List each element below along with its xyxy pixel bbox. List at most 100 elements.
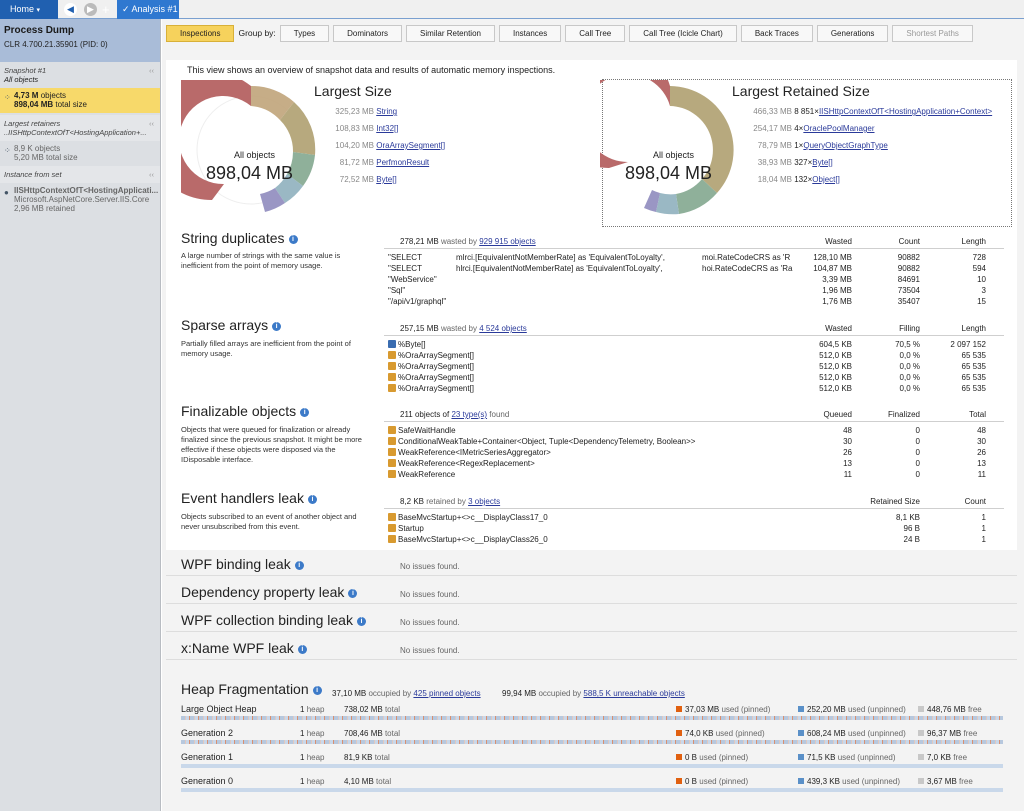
string-value[interactable]: "SELECT	[388, 252, 458, 263]
string-value[interactable]: "/api/v1/graphql"	[388, 296, 458, 307]
legend-link[interactable]: Byte[]	[376, 175, 396, 184]
pinned-objects-link[interactable]: 425 pinned objects	[413, 689, 480, 698]
forward-icon[interactable]: ▶	[84, 3, 97, 16]
legend-item[interactable]: 72,52 MB Byte[]	[326, 175, 397, 184]
legend-item[interactable]: 81,72 MB PerfmonResult	[326, 158, 429, 167]
heap-row[interactable]: Generation 0 1 heap 4,10 MB total 0 B used …	[166, 776, 1017, 798]
fragmentation-bar[interactable]	[181, 764, 1003, 768]
free-stat: 96,37 MB free	[918, 729, 977, 738]
tab-analysis[interactable]: ✓ Analysis #1	[117, 0, 179, 19]
col-wasted[interactable]: Wasted	[792, 324, 852, 333]
info-icon[interactable]: i	[356, 617, 366, 626]
legend-link[interactable]: String	[376, 107, 397, 116]
heap-count-value: 1	[300, 777, 305, 786]
col-queued[interactable]: Queued	[792, 410, 852, 419]
retainers-item[interactable]: ⁘ 8,9 K objects 5,20 MB total size	[0, 141, 160, 166]
snapshot-section[interactable]: Snapshot #1 All objects ‹‹	[0, 62, 160, 88]
tab-dominators[interactable]: Dominators	[333, 25, 403, 42]
info-icon[interactable]: i	[272, 322, 282, 331]
string-value[interactable]: "SELECT	[388, 263, 458, 274]
tab-icicle-chart[interactable]: Call Tree (Icicle Chart)	[629, 25, 737, 42]
table-row[interactable]: %OraArraySegment[]	[388, 383, 588, 394]
retainers-section[interactable]: Largest retainers ..IISHttpContextOfT<Ho…	[0, 115, 160, 141]
legend-item[interactable]: 254,17 MB 4×OraclePoolManager	[744, 124, 874, 133]
legend-item[interactable]: 38,93 MB 327×Byte[]	[744, 158, 833, 167]
fragmentation-bar[interactable]	[181, 788, 1003, 792]
legend-link[interactable]: IISHttpContextOfT<HostingApplication+Con…	[819, 107, 992, 116]
fragmentation-bar[interactable]	[181, 740, 1003, 744]
legend-item[interactable]: 466,33 MB 8 851×IISHttpContextOfT<Hostin…	[744, 107, 992, 116]
table-row[interactable]: %OraArraySegment[]	[388, 350, 588, 361]
unreachable-objects-link[interactable]: 588,5 K unreachable objects	[583, 689, 684, 698]
table-row[interactable]: %OraArraySegment[]	[388, 361, 588, 372]
info-icon[interactable]: i	[348, 589, 358, 598]
legend-link[interactable]: PerfmonResult	[376, 158, 429, 167]
col-length[interactable]: Length	[932, 237, 986, 246]
collapse-icon[interactable]: ‹‹	[149, 170, 154, 179]
legend-item[interactable]: 104,20 MB OraArraySegment[]	[326, 141, 445, 150]
tab-inspections[interactable]: Inspections	[166, 25, 235, 42]
table-row[interactable]: Startup	[388, 523, 788, 534]
info-icon[interactable]: i	[312, 686, 322, 695]
info-icon[interactable]: i	[294, 561, 304, 570]
string-value: mlrci.[EquivalentNotMemberRate] as 'Equi…	[456, 253, 665, 262]
collapse-icon[interactable]: ‹‹	[149, 119, 154, 128]
string-value[interactable]: "Sql"	[388, 285, 458, 296]
table-row[interactable]: BaseMvcStartup+<>c__DisplayClass17_0	[388, 512, 788, 523]
heap-row[interactable]: Generation 2 1 heap 708,46 MB total 74,0 KB…	[166, 728, 1017, 750]
legend-link[interactable]: Int32[]	[376, 124, 398, 133]
table-row[interactable]: WeakReference	[388, 469, 788, 480]
heap-row[interactable]: Generation 1 1 heap 81,9 KB total 0 B used …	[166, 752, 1017, 774]
info-icon[interactable]: i	[297, 645, 307, 654]
tab-back-traces[interactable]: Back Traces	[740, 25, 813, 42]
all-objects-item[interactable]: ⁘ 4,73 M objects 898,04 MB total size	[0, 88, 160, 113]
table-row[interactable]: WeakReference<IMetricSeriesAggregator>	[388, 447, 788, 458]
legend-item[interactable]: 108,83 MB Int32[]	[326, 124, 398, 133]
tab-types[interactable]: Types	[279, 25, 330, 42]
instance-item[interactable]: ● IISHttpContextOfT<HostingApplicati... …	[0, 183, 160, 217]
table-row[interactable]: %Byte[]	[388, 339, 588, 350]
process-header[interactable]: Process Dump CLR 4.700.21.35901 (PID: 0)	[0, 19, 160, 62]
legend-link[interactable]: QueryObjectGraphType	[803, 141, 887, 150]
legend-value: 325,23 MB	[335, 107, 374, 116]
home-button[interactable]: Home ▾	[0, 0, 58, 19]
legend-link[interactable]: OraArraySegment[]	[376, 141, 445, 150]
string-value[interactable]: "WebService"	[388, 274, 458, 285]
legend-link[interactable]: Object[]	[812, 175, 840, 184]
add-tab-icon[interactable]: +	[102, 0, 110, 19]
table-row[interactable]: WeakReference<RegexReplacement>	[388, 458, 788, 469]
legend-item[interactable]: 18,04 MB 132×Object[]	[744, 175, 840, 184]
legend-item[interactable]: 78,79 MB 1×QueryObjectGraphType	[744, 141, 888, 150]
instance-section[interactable]: Instance from set ‹‹	[0, 166, 160, 183]
col-count[interactable]: Count	[860, 237, 920, 246]
collapse-icon[interactable]: ‹‹	[149, 66, 154, 75]
fragmentation-bar[interactable]	[181, 716, 1003, 720]
table-row[interactable]: SafeWaitHandle	[388, 425, 788, 436]
legend-link[interactable]: Byte[]	[812, 158, 832, 167]
table-row[interactable]: %OraArraySegment[]	[388, 372, 588, 383]
objects-link[interactable]: 929 915 objects	[479, 237, 536, 246]
info-icon[interactable]: i	[300, 408, 310, 417]
col-wasted[interactable]: Wasted	[792, 237, 852, 246]
table-row[interactable]: BaseMvcStartup+<>c__DisplayClass26_0	[388, 534, 788, 545]
col-length[interactable]: Length	[932, 324, 986, 333]
tab-generations[interactable]: Generations	[816, 25, 889, 42]
heap-row[interactable]: Large Object Heap 1 heap 738,02 MB total 37…	[166, 704, 1017, 726]
tab-call-tree[interactable]: Call Tree	[565, 25, 626, 42]
col-total[interactable]: Total	[932, 410, 986, 419]
legend-item[interactable]: 325,23 MB String	[326, 107, 397, 116]
info-icon[interactable]: i	[288, 235, 298, 244]
legend-link[interactable]: OraclePoolManager	[803, 124, 874, 133]
objects-link[interactable]: 3 objects	[468, 497, 500, 506]
col-filling[interactable]: Filling	[860, 324, 920, 333]
table-row[interactable]: ConditionalWeakTable+Container<Object, T…	[388, 436, 788, 447]
tab-similar-retention[interactable]: Similar Retention	[406, 25, 495, 42]
col-retained-size[interactable]: Retained Size	[846, 497, 920, 506]
objects-link[interactable]: 4 524 objects	[479, 324, 527, 333]
back-icon[interactable]: ◀	[64, 3, 77, 16]
col-count[interactable]: Count	[932, 497, 986, 506]
info-icon[interactable]: i	[307, 495, 317, 504]
col-finalized[interactable]: Finalized	[860, 410, 920, 419]
tab-instances[interactable]: Instances	[498, 25, 562, 42]
types-link[interactable]: 23 type(s)	[451, 410, 487, 419]
